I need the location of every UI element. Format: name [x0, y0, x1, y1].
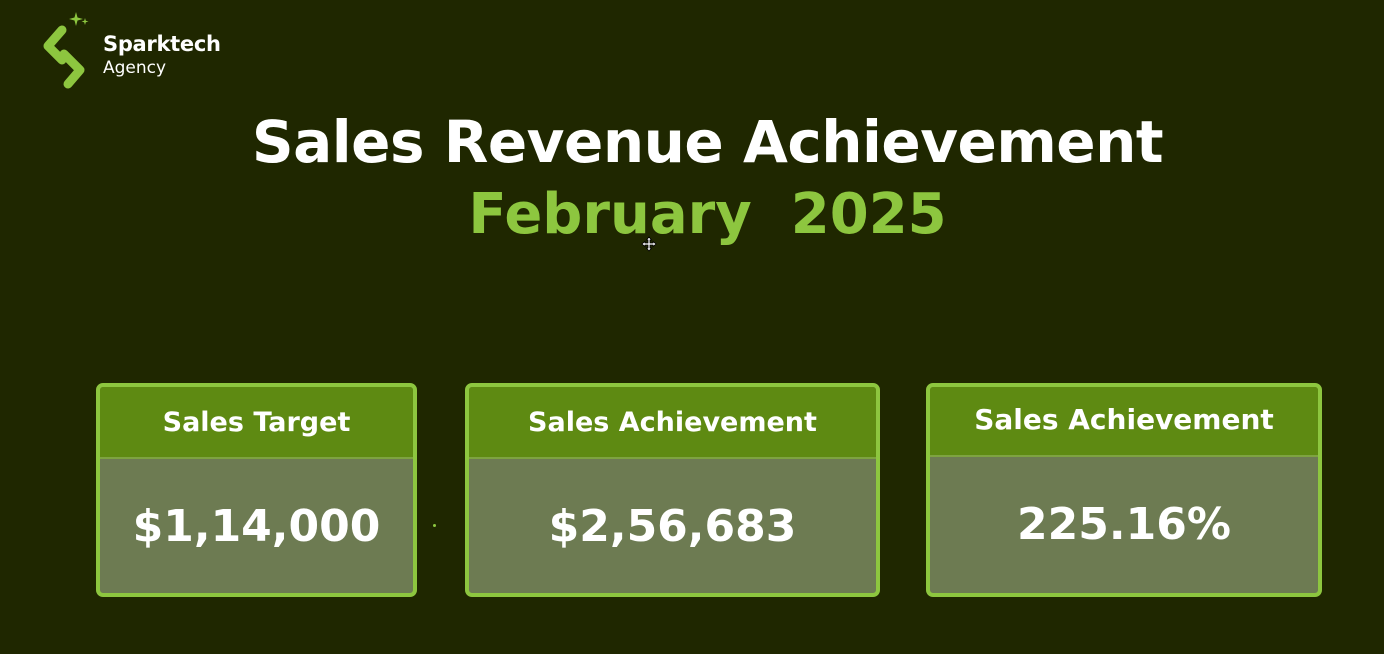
- sparktech-logo-icon: [43, 12, 89, 89]
- logo-company-name: Sparktech: [103, 32, 221, 56]
- sales-achievement-card: Sales Achievement $2,56,683: [465, 383, 880, 597]
- card-label: Sales Achievement: [930, 387, 1318, 457]
- card-value: $1,14,000: [132, 500, 381, 552]
- page-title: Sales Revenue Achievement: [251, 108, 1164, 176]
- card-label: Sales Target: [100, 387, 413, 459]
- move-cursor-icon: [641, 236, 657, 252]
- logo-company-subtitle: Agency: [103, 58, 167, 78]
- decorative-dot: [433, 524, 436, 527]
- period-subtitle: February 2025: [468, 182, 947, 247]
- sales-achievement-percent-card: Sales Achievement 225.16%: [926, 383, 1322, 597]
- sales-target-card: Sales Target $1,14,000: [96, 383, 417, 597]
- card-value: 225.16%: [1017, 498, 1231, 550]
- company-logo: Sparktech Agency: [40, 8, 260, 92]
- card-value: $2,56,683: [548, 500, 797, 552]
- card-label: Sales Achievement: [469, 387, 876, 459]
